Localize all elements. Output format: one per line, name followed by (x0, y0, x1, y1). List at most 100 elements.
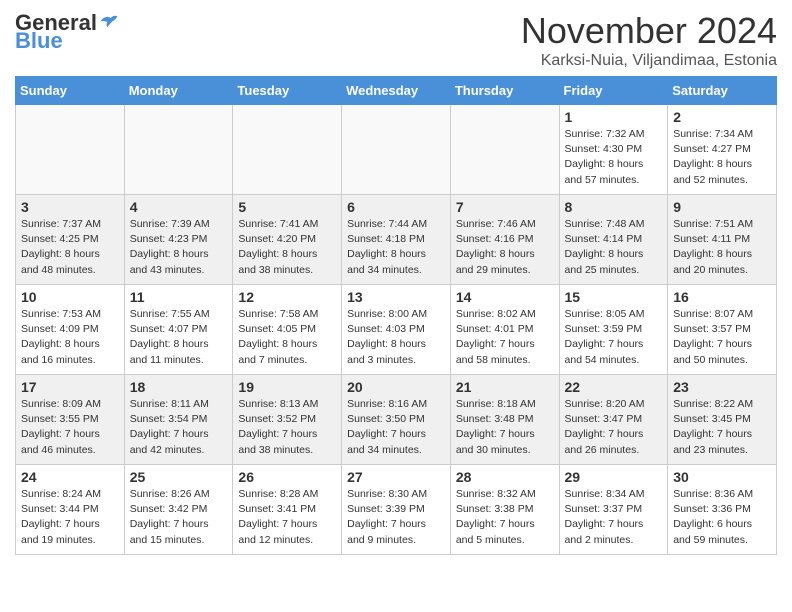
logo-bird-icon (99, 13, 119, 33)
day-number: 25 (130, 469, 228, 485)
table-row: 24 Sunrise: 8:24 AM Sunset: 3:44 PM Dayli… (16, 465, 125, 555)
table-row: 18 Sunrise: 8:11 AM Sunset: 3:54 PM Dayli… (124, 375, 233, 465)
header-row: Sunday Monday Tuesday Wednesday Thursday… (16, 77, 777, 105)
day-number: 7 (456, 199, 554, 215)
day-info: Sunrise: 8:13 AM Sunset: 3:52 PM Dayligh… (238, 397, 336, 458)
table-row: 25 Sunrise: 8:26 AM Sunset: 3:42 PM Dayli… (124, 465, 233, 555)
day-info: Sunrise: 8:07 AM Sunset: 3:57 PM Dayligh… (673, 307, 771, 368)
day-info: Sunrise: 8:00 AM Sunset: 4:03 PM Dayligh… (347, 307, 445, 368)
day-number: 6 (347, 199, 445, 215)
table-row: 9 Sunrise: 7:51 AM Sunset: 4:11 PM Daylig… (668, 195, 777, 285)
table-row: 15Sunrise: 8:05 AM Sunset: 3:59 PM Dayli… (559, 285, 668, 375)
day-number: 9 (673, 199, 771, 215)
table-row: 26 Sunrise: 8:28 AM Sunset: 3:41 PM Dayli… (233, 465, 342, 555)
day-info: Sunrise: 7:55 AM Sunset: 4:07 PM Dayligh… (130, 307, 228, 368)
day-number: 28 (456, 469, 554, 485)
col-friday: Friday (559, 77, 668, 105)
day-info: Sunrise: 7:48 AM Sunset: 4:14 PM Dayligh… (565, 217, 663, 278)
table-row: 12 Sunrise: 7:58 AM Sunset: 4:05 PM Dayli… (233, 285, 342, 375)
day-number: 24 (21, 469, 119, 485)
table-row: 8 Sunrise: 7:48 AM Sunset: 4:14 PM Daylig… (559, 195, 668, 285)
table-row (124, 105, 233, 195)
table-row: 1Sunrise: 7:32 AM Sunset: 4:30 PM Daylig… (559, 105, 668, 195)
table-row: 22 Sunrise: 8:20 AM Sunset: 3:47 PM Dayli… (559, 375, 668, 465)
day-info: Sunrise: 7:44 AM Sunset: 4:18 PM Dayligh… (347, 217, 445, 278)
day-info: Sunrise: 7:46 AM Sunset: 4:16 PM Dayligh… (456, 217, 554, 278)
table-row: 4Sunrise: 7:39 AM Sunset: 4:23 PM Daylig… (124, 195, 233, 285)
table-row (233, 105, 342, 195)
calendar-week-3: 10Sunrise: 7:53 AM Sunset: 4:09 PM Dayli… (16, 285, 777, 375)
col-monday: Monday (124, 77, 233, 105)
table-row: 28Sunrise: 8:32 AM Sunset: 3:38 PM Dayli… (450, 465, 559, 555)
col-tuesday: Tuesday (233, 77, 342, 105)
table-row: 19Sunrise: 8:13 AM Sunset: 3:52 PM Dayli… (233, 375, 342, 465)
day-info: Sunrise: 7:39 AM Sunset: 4:23 PM Dayligh… (130, 217, 228, 278)
day-number: 17 (21, 379, 119, 395)
day-number: 26 (238, 469, 336, 485)
table-row: 10Sunrise: 7:53 AM Sunset: 4:09 PM Dayli… (16, 285, 125, 375)
day-info: Sunrise: 8:36 AM Sunset: 3:36 PM Dayligh… (673, 487, 771, 548)
day-info: Sunrise: 7:58 AM Sunset: 4:05 PM Dayligh… (238, 307, 336, 368)
month-title: November 2024 (521, 10, 777, 52)
table-row: 23 Sunrise: 8:22 AM Sunset: 3:45 PM Dayli… (668, 375, 777, 465)
table-row: 14 Sunrise: 8:02 AM Sunset: 4:01 PM Dayli… (450, 285, 559, 375)
table-row: 13 Sunrise: 8:00 AM Sunset: 4:03 PM Dayli… (342, 285, 451, 375)
day-number: 21 (456, 379, 554, 395)
day-info: Sunrise: 8:05 AM Sunset: 3:59 PM Dayligh… (565, 307, 663, 368)
day-number: 13 (347, 289, 445, 305)
calendar-week-1: 1Sunrise: 7:32 AM Sunset: 4:30 PM Daylig… (16, 105, 777, 195)
day-number: 20 (347, 379, 445, 395)
day-number: 16 (673, 289, 771, 305)
day-info: Sunrise: 7:41 AM Sunset: 4:20 PM Dayligh… (238, 217, 336, 278)
day-info: Sunrise: 7:53 AM Sunset: 4:09 PM Dayligh… (21, 307, 119, 368)
table-row (450, 105, 559, 195)
day-info: Sunrise: 8:18 AM Sunset: 3:48 PM Dayligh… (456, 397, 554, 458)
day-number: 12 (238, 289, 336, 305)
day-number: 8 (565, 199, 663, 215)
title-block: November 2024 Karksi-Nuia, Viljandimaa, … (521, 10, 777, 70)
day-info: Sunrise: 8:22 AM Sunset: 3:45 PM Dayligh… (673, 397, 771, 458)
table-row: 5 Sunrise: 7:41 AM Sunset: 4:20 PM Daylig… (233, 195, 342, 285)
day-number: 14 (456, 289, 554, 305)
day-number: 2 (673, 109, 771, 125)
table-row: 27 Sunrise: 8:30 AM Sunset: 3:39 PM Dayli… (342, 465, 451, 555)
col-saturday: Saturday (668, 77, 777, 105)
table-row (342, 105, 451, 195)
calendar-week-4: 17 Sunrise: 8:09 AM Sunset: 3:55 PM Dayli… (16, 375, 777, 465)
day-number: 22 (565, 379, 663, 395)
day-info: Sunrise: 8:20 AM Sunset: 3:47 PM Dayligh… (565, 397, 663, 458)
day-number: 27 (347, 469, 445, 485)
table-row: 3Sunrise: 7:37 AM Sunset: 4:25 PM Daylig… (16, 195, 125, 285)
logo: General Blue (15, 10, 119, 54)
col-sunday: Sunday (16, 77, 125, 105)
calendar-table: Sunday Monday Tuesday Wednesday Thursday… (15, 76, 777, 555)
day-number: 11 (130, 289, 228, 305)
day-info: Sunrise: 8:24 AM Sunset: 3:44 PM Dayligh… (21, 487, 119, 548)
day-info: Sunrise: 8:02 AM Sunset: 4:01 PM Dayligh… (456, 307, 554, 368)
table-row: 6 Sunrise: 7:44 AM Sunset: 4:18 PM Daylig… (342, 195, 451, 285)
day-number: 29 (565, 469, 663, 485)
table-row: 7 Sunrise: 7:46 AM Sunset: 4:16 PM Daylig… (450, 195, 559, 285)
day-info: Sunrise: 8:11 AM Sunset: 3:54 PM Dayligh… (130, 397, 228, 458)
table-row: 11 Sunrise: 7:55 AM Sunset: 4:07 PM Dayli… (124, 285, 233, 375)
calendar-week-2: 3Sunrise: 7:37 AM Sunset: 4:25 PM Daylig… (16, 195, 777, 285)
table-row: 21 Sunrise: 8:18 AM Sunset: 3:48 PM Dayli… (450, 375, 559, 465)
table-row: 17 Sunrise: 8:09 AM Sunset: 3:55 PM Dayli… (16, 375, 125, 465)
day-info: Sunrise: 7:37 AM Sunset: 4:25 PM Dayligh… (21, 217, 119, 278)
day-info: Sunrise: 8:26 AM Sunset: 3:42 PM Dayligh… (130, 487, 228, 548)
day-info: Sunrise: 8:28 AM Sunset: 3:41 PM Dayligh… (238, 487, 336, 548)
table-row: 20Sunrise: 8:16 AM Sunset: 3:50 PM Dayli… (342, 375, 451, 465)
day-info: Sunrise: 8:30 AM Sunset: 3:39 PM Dayligh… (347, 487, 445, 548)
table-row (16, 105, 125, 195)
table-row: 2 Sunrise: 7:34 AM Sunset: 4:27 PM Daylig… (668, 105, 777, 195)
day-number: 30 (673, 469, 771, 485)
calendar-week-5: 24 Sunrise: 8:24 AM Sunset: 3:44 PM Dayli… (16, 465, 777, 555)
day-number: 18 (130, 379, 228, 395)
page: General Blue November 2024 Karksi-Nuia, … (0, 0, 792, 565)
day-info: Sunrise: 7:34 AM Sunset: 4:27 PM Dayligh… (673, 127, 771, 188)
col-thursday: Thursday (450, 77, 559, 105)
day-info: Sunrise: 7:51 AM Sunset: 4:11 PM Dayligh… (673, 217, 771, 278)
day-number: 23 (673, 379, 771, 395)
day-number: 5 (238, 199, 336, 215)
day-info: Sunrise: 8:09 AM Sunset: 3:55 PM Dayligh… (21, 397, 119, 458)
